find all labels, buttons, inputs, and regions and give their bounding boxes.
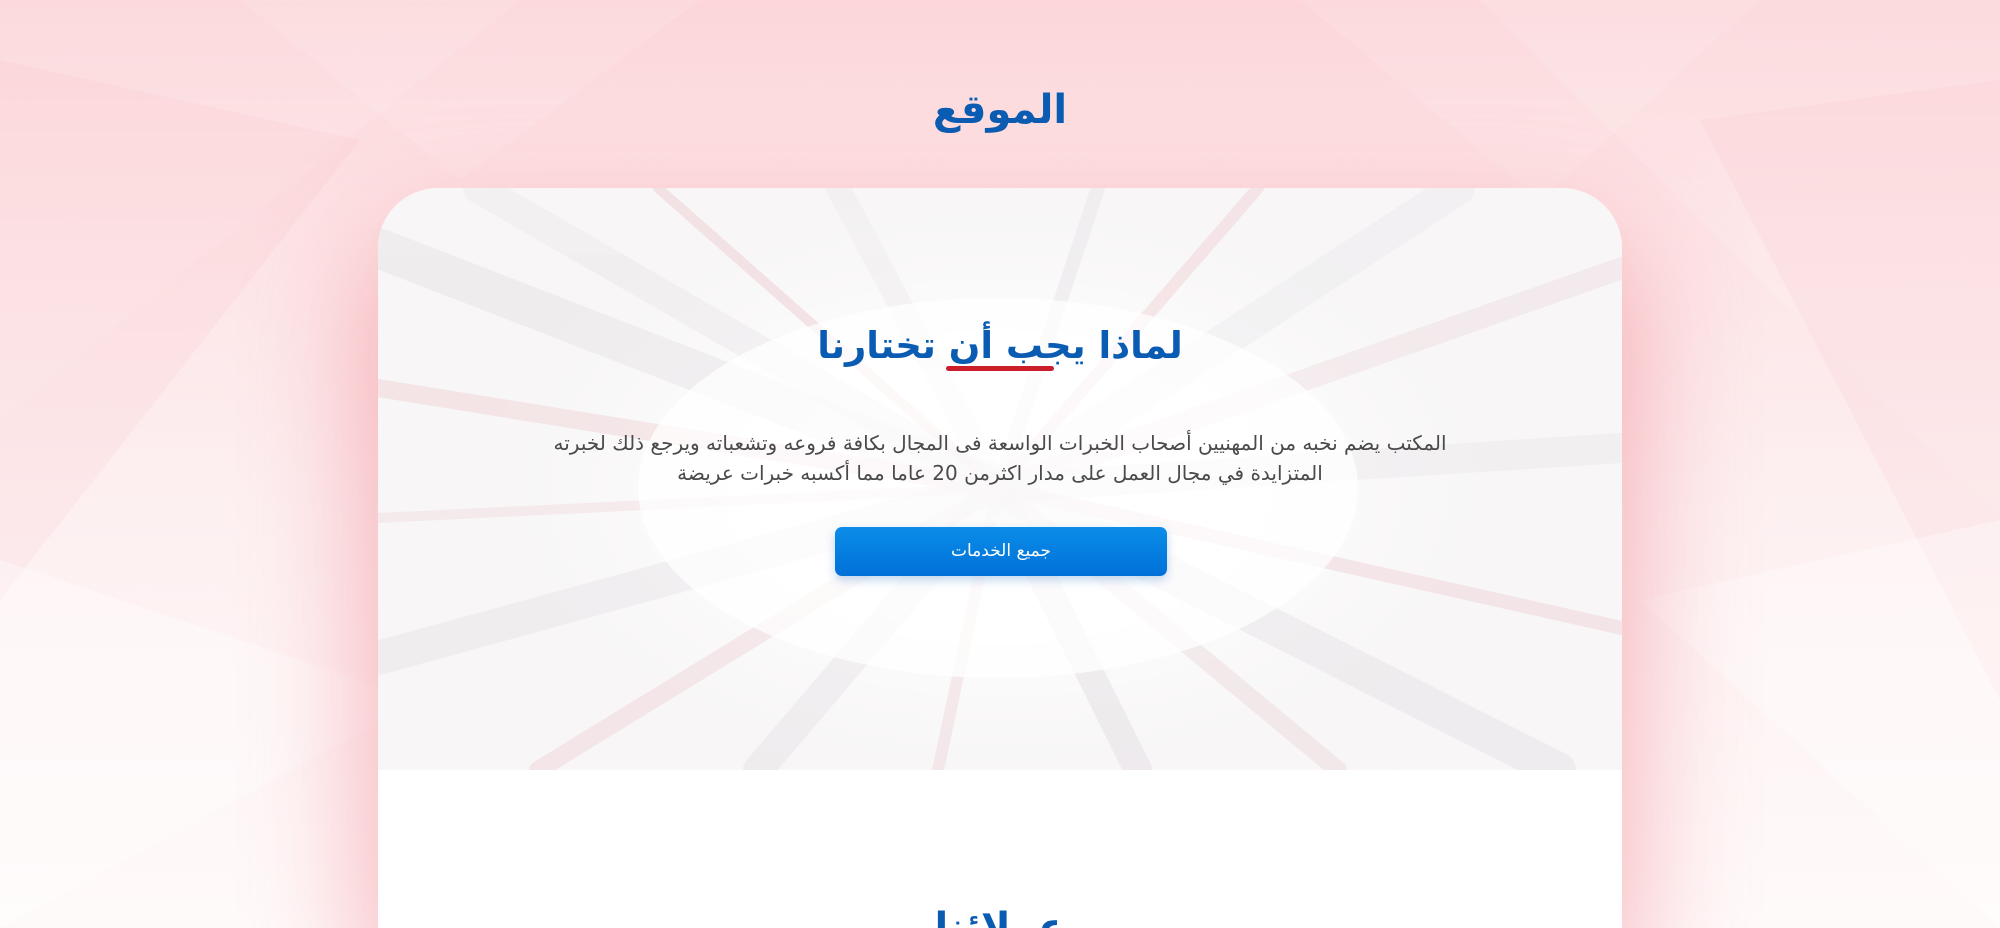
partners-title: عملائنا: [934, 905, 1066, 928]
why-us-section: لماذا يجب أن تختارنا المكتب يضم نخبه من …: [378, 188, 1622, 770]
site-title: الموقع: [932, 87, 1068, 133]
title-underline: [946, 366, 1054, 371]
why-us-description: المكتب يضم نخبه من المهنيين أصحاب الخبرا…: [553, 431, 1447, 485]
content-card: لماذا يجب أن تختارنا المكتب يضم نخبه من …: [378, 188, 1622, 928]
all-services-button[interactable]: جميع الخدمات: [835, 527, 1167, 576]
